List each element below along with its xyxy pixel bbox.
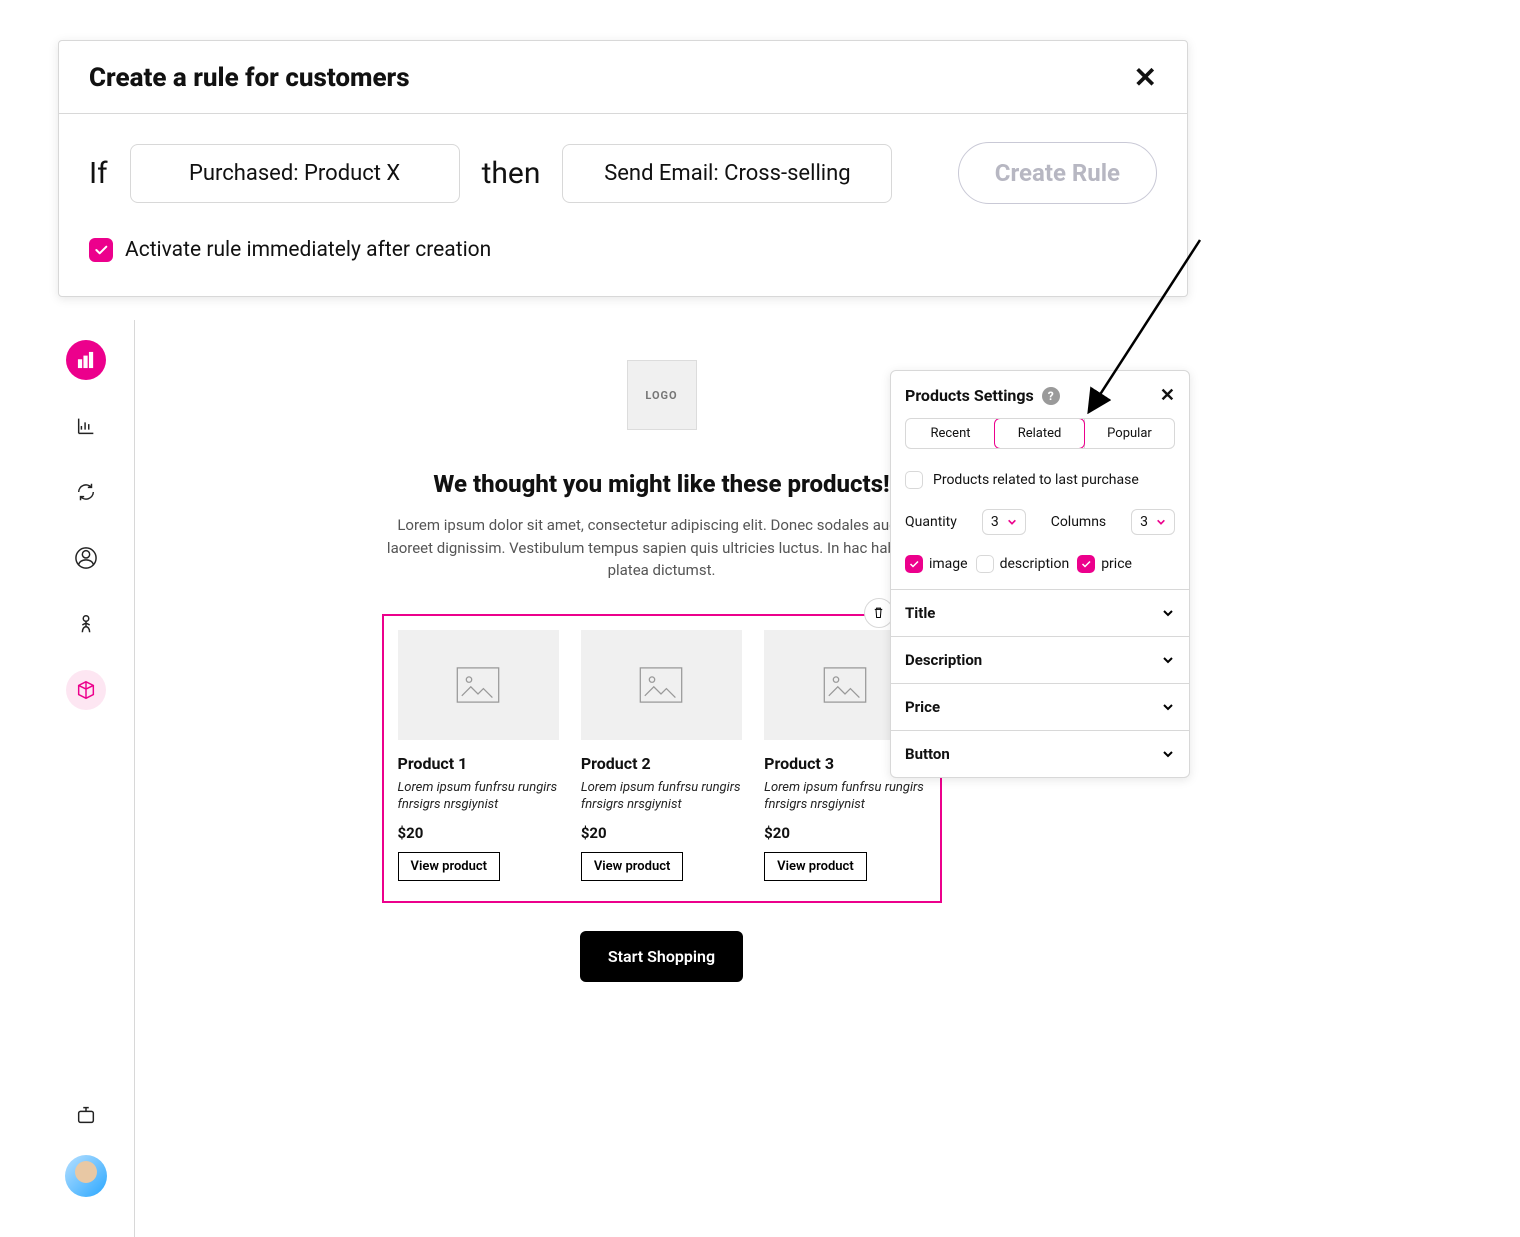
- chevron-down-icon: [1161, 606, 1175, 620]
- image-checkbox-label: image: [929, 556, 968, 572]
- product-title: Product 1: [398, 754, 559, 773]
- columns-label: Columns: [1051, 514, 1106, 530]
- quantity-value: 3: [991, 514, 999, 530]
- start-shopping-button[interactable]: Start Shopping: [580, 931, 743, 982]
- then-action-select[interactable]: Send Email: Cross-selling: [562, 144, 892, 203]
- product-price: $20: [764, 824, 925, 842]
- accordion-label: Price: [905, 698, 940, 716]
- logo-placeholder[interactable]: LOGO: [627, 360, 697, 430]
- accordion-label: Button: [905, 745, 950, 763]
- cube-icon[interactable]: [66, 670, 106, 710]
- product-image-placeholder: [398, 630, 559, 740]
- view-product-button[interactable]: View product: [398, 852, 501, 881]
- accordion-description[interactable]: Description: [891, 636, 1189, 683]
- customer-icon[interactable]: [66, 538, 106, 578]
- products-block[interactable]: Product 1 Lorem ipsum funfrsu rungirs fn…: [382, 614, 942, 903]
- related-to-purchase-label: Products related to last purchase: [933, 472, 1139, 488]
- product-desc: Lorem ipsum funfrsu rungirs fnrsigrs nrs…: [581, 779, 742, 814]
- activate-checkbox[interactable]: [89, 238, 113, 262]
- product-desc: Lorem ipsum funfrsu rungirs fnrsigrs nrs…: [764, 779, 925, 814]
- email-subtext[interactable]: Lorem ipsum dolor sit amet, consectetur …: [382, 514, 942, 582]
- product-card: Product 2 Lorem ipsum funfrsu rungirs fn…: [581, 630, 742, 881]
- quantity-label: Quantity: [905, 514, 957, 530]
- create-rule-bar: Create a rule for customers ✕ If Purchas…: [58, 40, 1188, 297]
- chevron-down-icon: [1161, 653, 1175, 667]
- close-icon[interactable]: ✕: [1134, 64, 1157, 92]
- panel-title: Products Settings: [905, 386, 1034, 405]
- create-rule-button[interactable]: Create Rule: [958, 142, 1157, 204]
- price-checkbox[interactable]: [1077, 555, 1095, 573]
- view-product-button[interactable]: View product: [764, 852, 867, 881]
- chevron-down-icon: [1161, 700, 1175, 714]
- panel-tabs: Recent Related Popular: [905, 418, 1175, 449]
- accordion-button[interactable]: Button: [891, 730, 1189, 777]
- refresh-icon[interactable]: [66, 472, 106, 512]
- product-card: Product 1 Lorem ipsum funfrsu rungirs fn…: [398, 630, 559, 881]
- chatbot-icon[interactable]: [66, 1095, 106, 1135]
- products-settings-panel: Products Settings ? ✕ Recent Related Pop…: [890, 370, 1190, 778]
- image-checkbox[interactable]: [905, 555, 923, 573]
- product-row: Product 1 Lorem ipsum funfrsu rungirs fn…: [398, 630, 926, 881]
- chart-icon[interactable]: [66, 406, 106, 446]
- tab-recent[interactable]: Recent: [906, 419, 995, 448]
- if-condition-select[interactable]: Purchased: Product X: [130, 144, 460, 203]
- tab-popular[interactable]: Popular: [1084, 419, 1174, 448]
- activate-checkbox-label: Activate rule immediately after creation: [125, 238, 491, 262]
- description-checkbox-label: description: [1000, 556, 1070, 572]
- sidebar-nav: [58, 340, 114, 710]
- sidebar-bottom: [58, 1095, 114, 1197]
- accordion-title[interactable]: Title: [891, 589, 1189, 636]
- chevron-down-icon: [1161, 747, 1175, 761]
- view-product-button[interactable]: View product: [581, 852, 684, 881]
- if-label: If: [89, 156, 108, 191]
- avatar[interactable]: [65, 1155, 107, 1197]
- product-price: $20: [581, 824, 742, 842]
- product-title: Product 2: [581, 754, 742, 773]
- close-icon[interactable]: ✕: [1160, 385, 1175, 406]
- product-image-placeholder: [581, 630, 742, 740]
- then-label: then: [482, 156, 541, 191]
- trash-icon[interactable]: [864, 598, 894, 628]
- columns-value: 3: [1140, 514, 1148, 530]
- analytics-icon[interactable]: [66, 340, 106, 380]
- product-price: $20: [398, 824, 559, 842]
- help-icon[interactable]: ?: [1042, 387, 1060, 405]
- related-to-purchase-checkbox[interactable]: [905, 471, 923, 489]
- columns-select[interactable]: 3: [1131, 509, 1175, 535]
- accordion-label: Title: [905, 604, 935, 622]
- accordion-label: Description: [905, 651, 982, 669]
- person-icon[interactable]: [66, 604, 106, 644]
- quantity-select[interactable]: 3: [982, 509, 1026, 535]
- rule-bar-title: Create a rule for customers: [89, 63, 410, 93]
- accordion-price[interactable]: Price: [891, 683, 1189, 730]
- tab-related[interactable]: Related: [994, 418, 1085, 449]
- description-checkbox[interactable]: [976, 555, 994, 573]
- product-desc: Lorem ipsum funfrsu rungirs fnrsigrs nrs…: [398, 779, 559, 814]
- price-checkbox-label: price: [1101, 556, 1132, 572]
